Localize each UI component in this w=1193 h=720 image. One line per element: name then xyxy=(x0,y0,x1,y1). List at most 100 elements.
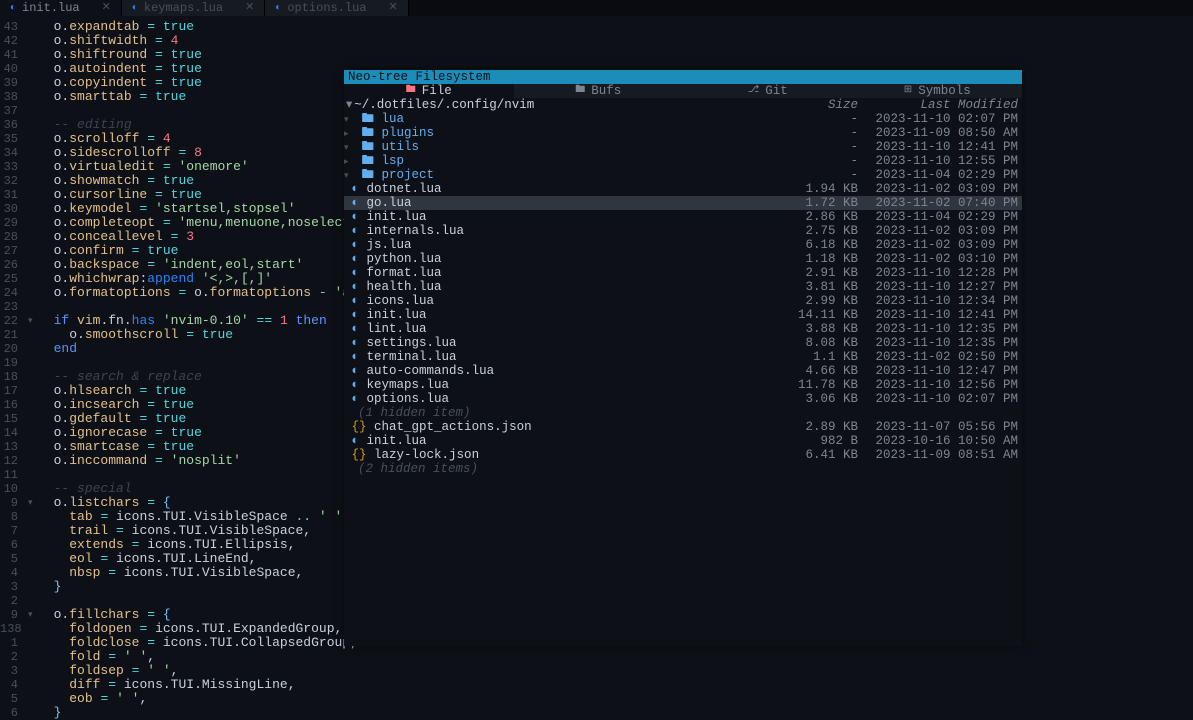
tree-item[interactable]: ◐ init.lua14.11 KB2023-11-10 12:41 PM xyxy=(344,308,1022,322)
tab-icon: 🖿 xyxy=(575,84,585,98)
fold-marker[interactable] xyxy=(28,468,38,482)
neo-tree-body[interactable]: ▾ 🖿 lua-2023-11-10 02:07 PM ▸ 🖿 plugins-… xyxy=(344,112,1022,476)
chevron-right-icon[interactable]: ▸ xyxy=(344,127,354,140)
fold-marker[interactable] xyxy=(28,146,38,160)
fold-marker[interactable] xyxy=(28,664,38,678)
tree-item[interactable]: ◐ js.lua6.18 KB2023-11-02 03:09 PM xyxy=(344,238,1022,252)
tree-item[interactable]: ◐ go.lua1.72 KB2023-11-02 07:40 PM xyxy=(344,196,1022,210)
fold-marker[interactable] xyxy=(28,356,38,370)
fold-marker[interactable] xyxy=(28,398,38,412)
tree-item[interactable]: {} chat_gpt_actions.json2.89 KB2023-11-0… xyxy=(344,420,1022,434)
fold-marker[interactable] xyxy=(28,76,38,90)
close-icon[interactable]: ✕ xyxy=(102,1,111,16)
tree-item-name: init.lua xyxy=(367,434,427,448)
fold-marker[interactable] xyxy=(28,580,38,594)
tree-item[interactable]: ◐ terminal.lua1.1 KB2023-11-02 02:50 PM xyxy=(344,350,1022,364)
fold-marker[interactable]: ▾ xyxy=(28,496,38,510)
fold-marker[interactable] xyxy=(28,538,38,552)
chevron-down-icon[interactable]: ▾ xyxy=(344,113,354,126)
fold-marker[interactable] xyxy=(28,594,38,608)
tree-item[interactable]: ◐ health.lua3.81 KB2023-11-10 12:27 PM xyxy=(344,280,1022,294)
fold-marker[interactable] xyxy=(28,678,38,692)
fold-marker[interactable] xyxy=(28,20,38,34)
fold-marker[interactable] xyxy=(28,510,38,524)
tree-item[interactable]: ▸ 🖿 plugins-2023-11-09 08:50 AM xyxy=(344,126,1022,140)
fold-marker[interactable] xyxy=(28,300,38,314)
code-line[interactable]: 43 o.expandtab = true xyxy=(0,20,1193,34)
code-line[interactable]: 5 eob = ' ', xyxy=(0,692,1193,706)
fold-marker[interactable] xyxy=(28,34,38,48)
fold-marker[interactable] xyxy=(28,706,38,720)
chevron-right-icon[interactable]: ▸ xyxy=(344,155,354,168)
fold-marker[interactable] xyxy=(28,552,38,566)
fold-marker[interactable] xyxy=(28,272,38,286)
tree-item[interactable]: ▸ 🖿 lsp-2023-11-10 12:55 PM xyxy=(344,154,1022,168)
fold-marker[interactable] xyxy=(28,160,38,174)
fold-marker[interactable] xyxy=(28,370,38,384)
fold-marker[interactable] xyxy=(28,650,38,664)
tree-item[interactable]: ▾ 🖿 utils-2023-11-10 12:41 PM xyxy=(344,140,1022,154)
tree-item[interactable]: ◐ options.lua3.06 KB2023-11-10 02:07 PM xyxy=(344,392,1022,406)
tree-item[interactable]: ◐ init.lua982 B2023-10-16 10:50 AM xyxy=(344,434,1022,448)
neo-tree-tab-symbols[interactable]: ⊞Symbols xyxy=(853,84,1023,98)
fold-marker[interactable] xyxy=(28,328,38,342)
fold-marker[interactable] xyxy=(28,90,38,104)
fold-marker[interactable] xyxy=(28,692,38,706)
fold-marker[interactable] xyxy=(28,174,38,188)
fold-marker[interactable]: ▾ xyxy=(28,608,38,622)
fold-marker[interactable] xyxy=(28,132,38,146)
fold-marker[interactable] xyxy=(28,524,38,538)
fold-marker[interactable] xyxy=(28,118,38,132)
fold-marker[interactable] xyxy=(28,412,38,426)
tab-keymaps-lua[interactable]: ◐keymaps.lua✕ xyxy=(122,0,265,16)
code-line[interactable]: 41 o.shiftround = true xyxy=(0,48,1193,62)
fold-marker[interactable] xyxy=(28,48,38,62)
code-line[interactable]: 6 } xyxy=(0,706,1193,720)
fold-marker[interactable] xyxy=(28,216,38,230)
code-line[interactable]: 2 fold = ' ', xyxy=(0,650,1193,664)
code-line[interactable]: 4 diff = icons.TUI.MissingLine, xyxy=(0,678,1193,692)
fold-marker[interactable] xyxy=(28,62,38,76)
tree-item[interactable]: ▾ 🖿 project-2023-11-04 02:29 PM xyxy=(344,168,1022,182)
fold-marker[interactable] xyxy=(28,636,38,650)
tree-item[interactable]: ◐ keymaps.lua11.78 KB2023-11-10 12:56 PM xyxy=(344,378,1022,392)
tree-item[interactable]: ◐ init.lua2.86 KB2023-11-04 02:29 PM xyxy=(344,210,1022,224)
fold-marker[interactable] xyxy=(28,104,38,118)
chevron-down-icon[interactable]: ▾ xyxy=(344,169,354,182)
tree-item[interactable]: ◐ settings.lua8.08 KB2023-11-10 12:35 PM xyxy=(344,336,1022,350)
tree-item[interactable]: ◐ lint.lua3.88 KB2023-11-10 12:35 PM xyxy=(344,322,1022,336)
fold-marker[interactable] xyxy=(28,440,38,454)
tree-item[interactable]: ◐ auto-commands.lua4.66 KB2023-11-10 12:… xyxy=(344,364,1022,378)
fold-marker[interactable] xyxy=(28,258,38,272)
tree-item[interactable]: ▾ 🖿 lua-2023-11-10 02:07 PM xyxy=(344,112,1022,126)
fold-marker[interactable] xyxy=(28,384,38,398)
fold-marker[interactable] xyxy=(28,566,38,580)
fold-marker[interactable]: ▾ xyxy=(28,314,38,328)
code-line[interactable]: 3 foldsep = ' ', xyxy=(0,664,1193,678)
neo-tree-tab-file[interactable]: 🖿File xyxy=(344,84,514,98)
fold-marker[interactable] xyxy=(28,426,38,440)
tab-init-lua[interactable]: ◐init.lua✕ xyxy=(0,0,122,16)
neo-tree-tab-bufs[interactable]: 🖿Bufs xyxy=(514,84,684,98)
tree-item[interactable]: ◐ internals.lua2.75 KB2023-11-02 03:09 P… xyxy=(344,224,1022,238)
code-line[interactable]: 42 o.shiftwidth = 4 xyxy=(0,34,1193,48)
tab-options-lua[interactable]: ◐options.lua✕ xyxy=(265,0,408,16)
fold-marker[interactable] xyxy=(28,454,38,468)
fold-marker[interactable] xyxy=(28,188,38,202)
chevron-down-icon[interactable]: ▾ xyxy=(344,141,354,154)
fold-marker[interactable] xyxy=(28,286,38,300)
neo-tree-tab-git[interactable]: ⎇Git xyxy=(683,84,853,98)
tree-item[interactable]: ◐ dotnet.lua1.94 KB2023-11-02 03:09 PM xyxy=(344,182,1022,196)
fold-marker[interactable] xyxy=(28,342,38,356)
tree-item[interactable]: ◐ python.lua1.18 KB2023-11-02 03:10 PM xyxy=(344,252,1022,266)
fold-marker[interactable] xyxy=(28,244,38,258)
tree-item[interactable]: ◐ format.lua2.91 KB2023-11-10 12:28 PM xyxy=(344,266,1022,280)
fold-marker[interactable] xyxy=(28,202,38,216)
tree-item[interactable]: {} lazy-lock.json6.41 KB2023-11-09 08:51… xyxy=(344,448,1022,462)
fold-marker[interactable] xyxy=(28,622,38,636)
close-icon[interactable]: ✕ xyxy=(389,1,398,16)
tree-item[interactable]: ◐ icons.lua2.99 KB2023-11-10 12:34 PM xyxy=(344,294,1022,308)
fold-marker[interactable] xyxy=(28,482,38,496)
fold-marker[interactable] xyxy=(28,230,38,244)
close-icon[interactable]: ✕ xyxy=(245,1,254,16)
